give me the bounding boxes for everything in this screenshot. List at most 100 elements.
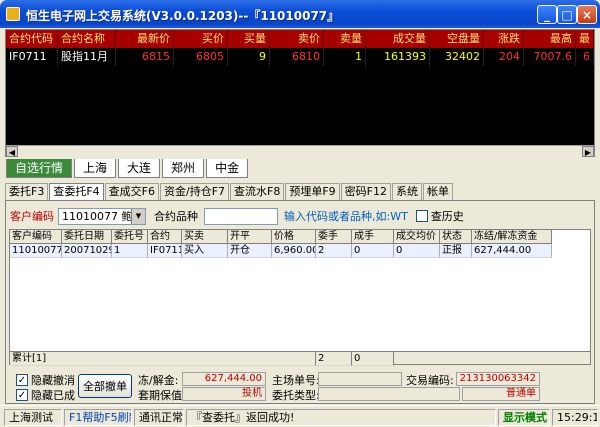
close-button[interactable]: × bbox=[577, 5, 597, 24]
trade-code-value: 213130063342 bbox=[456, 372, 540, 386]
status-message: 『查委托』返回成功! bbox=[186, 409, 496, 426]
quote-cell: 32402 bbox=[430, 48, 484, 66]
summary-label: 累计[1] bbox=[10, 352, 316, 366]
grid-header-cell[interactable]: 委手 bbox=[316, 230, 352, 244]
grid-cell: 0 bbox=[394, 244, 440, 258]
hedge-label: 套期保值: bbox=[138, 389, 186, 402]
quote-header-cell[interactable]: 合约名称 bbox=[58, 30, 116, 48]
history-checkbox[interactable] bbox=[415, 210, 428, 222]
tab-query-flow[interactable]: 查流水F8 bbox=[230, 183, 285, 200]
tab-query-orders[interactable]: 查委托F4 bbox=[49, 183, 104, 201]
grid-cell: 11010077 bbox=[10, 244, 62, 258]
title-bar: 恒生电子网上交易系统(V3.0.0.1203)--『11010077』 _ □ … bbox=[0, 0, 600, 28]
grid-cell: 开仓 bbox=[228, 244, 272, 258]
grid-header-cell[interactable]: 成手 bbox=[352, 230, 394, 244]
summary-row: 累计[1] 2 0 bbox=[9, 351, 591, 366]
grid-header-cell[interactable]: 状态 bbox=[440, 230, 472, 244]
quote-header-cell[interactable]: 卖价 bbox=[270, 30, 324, 48]
contract-label: 合约品种 bbox=[154, 210, 198, 223]
status-comm: 通讯正常 bbox=[134, 409, 184, 426]
grid-cell: 正报 bbox=[440, 244, 472, 258]
status-mode[interactable]: 显示模式 bbox=[498, 409, 550, 426]
grid-header-cell[interactable]: 买卖 bbox=[182, 230, 228, 244]
tab-password[interactable]: 密码F12 bbox=[340, 183, 392, 200]
filter-row: 客户编码 11010077 鲍蛋 ▼ 合约品种 输入代码或者品种,如:WT 查历… bbox=[10, 207, 464, 225]
minimize-button[interactable]: _ bbox=[537, 5, 557, 24]
hide-cancelled-label: 隐藏撤消 bbox=[31, 374, 75, 387]
grid-header-cell[interactable]: 委托号 bbox=[112, 230, 148, 244]
grid-cell: IF0711 bbox=[148, 244, 182, 258]
tab-cffex[interactable]: 中金 bbox=[206, 159, 249, 178]
status-market: 上海测试 bbox=[4, 409, 62, 426]
tab-watchlist[interactable]: 自选行情 bbox=[6, 159, 73, 178]
quote-header-cell[interactable]: 涨跌 bbox=[484, 30, 524, 48]
grid-header-cell[interactable]: 开平 bbox=[228, 230, 272, 244]
tab-order[interactable]: 委托F3 bbox=[5, 183, 49, 200]
quote-cell: IF0711 bbox=[6, 48, 58, 66]
quote-horizontal-scrollbar[interactable]: ◀ ▶ bbox=[6, 145, 594, 157]
tab-dalian[interactable]: 大连 bbox=[118, 159, 161, 178]
quote-cell: 6 bbox=[576, 48, 594, 66]
grid-header-cell[interactable]: 委托日期 bbox=[62, 230, 112, 244]
freeze-label: 冻/解金: bbox=[138, 374, 179, 387]
quote-cell: 204 bbox=[484, 48, 524, 66]
quote-header-row: 合约代码 合约名称 最新价 买价 买量 卖价 卖量 成交量 空盘量 涨跌 最高 … bbox=[6, 30, 594, 48]
hedge-value: 投机 bbox=[182, 387, 266, 401]
grid-cell: 1 bbox=[112, 244, 148, 258]
order-type-value bbox=[318, 387, 460, 401]
hide-cancelled-checkbox[interactable]: ✓ bbox=[16, 374, 28, 386]
cancel-all-button[interactable]: 全部撤单 bbox=[78, 374, 132, 398]
quote-cell: 6805 bbox=[174, 48, 228, 66]
scroll-left-icon[interactable]: ◀ bbox=[6, 146, 18, 157]
freeze-value: 627,444.00 bbox=[182, 372, 266, 386]
chevron-down-icon[interactable]: ▼ bbox=[131, 208, 145, 224]
quote-header-cell[interactable]: 买价 bbox=[174, 30, 228, 48]
hide-filled-option[interactable]: ✓ 隐藏已成 bbox=[16, 387, 75, 403]
app-icon bbox=[6, 7, 20, 21]
contract-input[interactable] bbox=[204, 207, 278, 225]
tab-funds-positions[interactable]: 资金/持仓F7 bbox=[159, 183, 230, 200]
grid-header-row: 客户编码 委托日期 委托号 合约 买卖 开平 价格 委手 成手 成交均价 状态 … bbox=[10, 230, 552, 244]
grid-header-cell[interactable]: 价格 bbox=[272, 230, 316, 244]
window-title: 恒生电子网上交易系统(V3.0.0.1203)--『11010077』 bbox=[26, 9, 340, 23]
account-select[interactable]: 11010077 鲍蛋 ▼ bbox=[58, 207, 146, 225]
grid-header-cell[interactable]: 客户编码 bbox=[10, 230, 62, 244]
tab-system[interactable]: 系统 bbox=[392, 183, 423, 200]
market-tabs: 自选行情 上海 大连 郑州 中金 bbox=[6, 159, 250, 179]
main-order-value bbox=[318, 372, 402, 386]
order-type-right: 普通单 bbox=[462, 387, 540, 401]
grid-header-cell[interactable]: 成交均价 bbox=[394, 230, 440, 244]
quote-cell: 161393 bbox=[366, 48, 430, 66]
tab-zhengzhou[interactable]: 郑州 bbox=[162, 159, 205, 178]
quote-header-cell[interactable]: 最高 bbox=[524, 30, 576, 48]
quote-header-cell[interactable]: 最新价 bbox=[116, 30, 174, 48]
quote-cell: 6810 bbox=[270, 48, 324, 66]
grid-header-cell[interactable]: 冻结/解冻资金 bbox=[472, 230, 552, 244]
grid-cell: 0 bbox=[352, 244, 394, 258]
hide-cancelled-option[interactable]: ✓ 隐藏撤消 bbox=[16, 372, 75, 388]
quote-cell: 1 bbox=[324, 48, 366, 66]
summary-filled: 0 bbox=[352, 352, 394, 366]
scroll-right-icon[interactable]: ▶ bbox=[582, 146, 594, 157]
tab-shanghai[interactable]: 上海 bbox=[74, 159, 117, 178]
quote-header-cell[interactable]: 成交量 bbox=[366, 30, 430, 48]
account-label: 客户编码 bbox=[10, 210, 54, 223]
status-bar: 上海测试 F1帮助F5刷新 通讯正常 『查委托』返回成功! 显示模式 15:29… bbox=[0, 405, 600, 427]
quote-header-cell[interactable]: 空盘量 bbox=[430, 30, 484, 48]
table-row[interactable]: 11010077 20071029 1 IF0711 买入 开仓 6,960.0… bbox=[10, 244, 552, 258]
quote-header-cell[interactable]: 最 bbox=[576, 30, 594, 48]
quote-header-cell[interactable]: 合约代码 bbox=[6, 30, 58, 48]
quote-panel: 合约代码 合约名称 最新价 买价 买量 卖价 卖量 成交量 空盘量 涨跌 最高 … bbox=[5, 29, 595, 157]
tab-statement[interactable]: 帐单 bbox=[423, 183, 454, 200]
maximize-button[interactable]: □ bbox=[557, 5, 577, 24]
query-orders-panel: 客户编码 11010077 鲍蛋 ▼ 合约品种 输入代码或者品种,如:WT 查历… bbox=[5, 200, 595, 404]
tab-query-trades[interactable]: 查成交F6 bbox=[104, 183, 159, 200]
tab-preset-orders[interactable]: 预埋单F9 bbox=[285, 183, 340, 200]
quote-header-cell[interactable]: 买量 bbox=[228, 30, 270, 48]
order-type-label: 委托类型: bbox=[272, 389, 320, 402]
hide-filled-label: 隐藏已成 bbox=[31, 389, 75, 402]
grid-header-cell[interactable]: 合约 bbox=[148, 230, 182, 244]
quote-header-cell[interactable]: 卖量 bbox=[324, 30, 366, 48]
hide-filled-checkbox[interactable]: ✓ bbox=[16, 389, 28, 401]
quote-row[interactable]: IF0711 股指11月 6815 6805 9 6810 1 161393 3… bbox=[6, 48, 594, 66]
